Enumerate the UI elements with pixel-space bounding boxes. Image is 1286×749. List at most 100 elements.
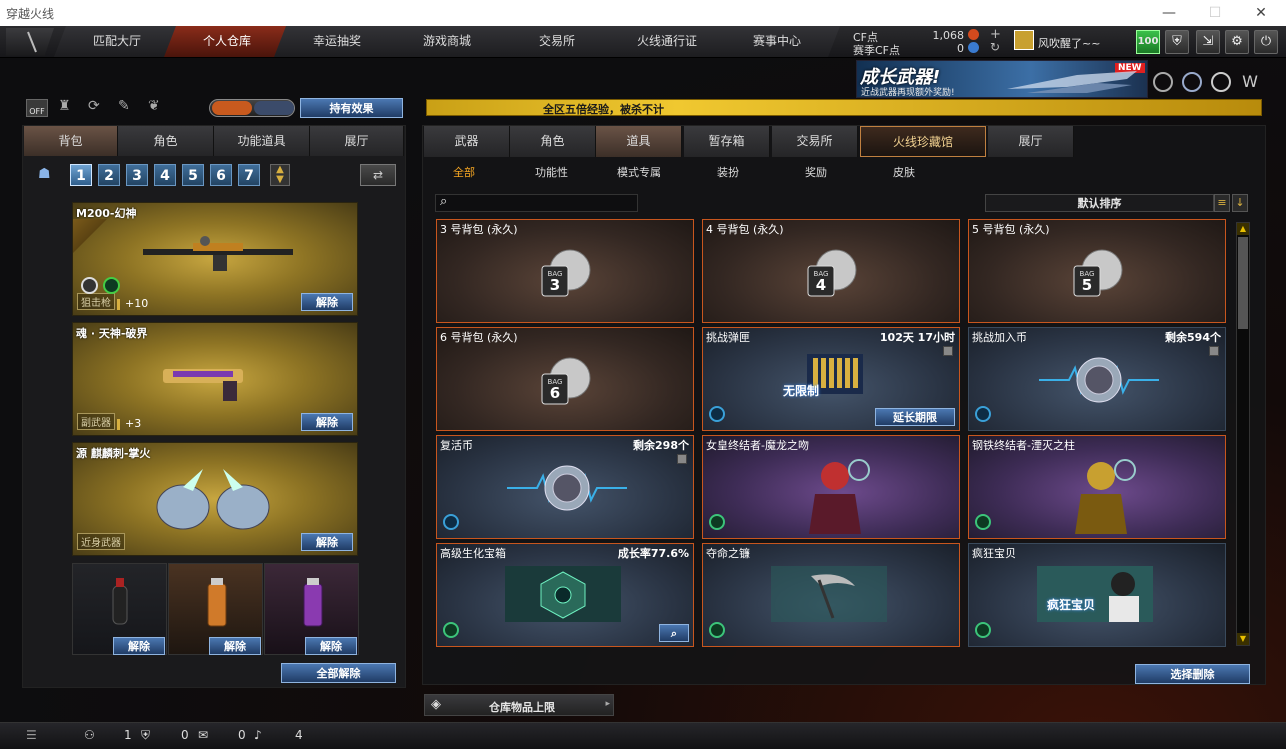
avatar[interactable] bbox=[1014, 30, 1034, 50]
sub-tab[interactable]: 奖励 bbox=[805, 164, 827, 180]
inventory-item[interactable]: 高级生化宝箱 成长率77.6% ⌕ bbox=[436, 543, 694, 647]
trash-icon[interactable] bbox=[943, 346, 953, 356]
spray-icon[interactable]: ✎ bbox=[118, 98, 136, 116]
item-scrollbar[interactable]: ▲ ▼ bbox=[1236, 222, 1250, 646]
effects-button[interactable]: 持有效果 bbox=[300, 98, 403, 118]
extend-button[interactable]: 延长期限 bbox=[875, 408, 955, 426]
right-tab[interactable]: 火线珍藏馆 bbox=[860, 126, 986, 157]
inventory-item[interactable]: 复活币 剩余298个 bbox=[436, 435, 694, 539]
left-tab[interactable]: 展厅 bbox=[310, 126, 404, 156]
maximize-icon[interactable]: ☐ bbox=[1192, 0, 1238, 26]
unequip-button[interactable]: 解除 bbox=[301, 413, 353, 431]
zoom-icon[interactable]: ⌕ bbox=[659, 624, 689, 642]
sort-dropdown[interactable]: 默认排序 bbox=[985, 194, 1214, 212]
nav-tab[interactable]: 交易所 bbox=[494, 26, 620, 57]
inventory-item[interactable]: 5 号背包 (永久) BAG 5 bbox=[968, 219, 1226, 323]
honor-icon[interactable] bbox=[1211, 72, 1231, 92]
right-tab[interactable]: 暂存箱 bbox=[684, 126, 770, 157]
inventory-item[interactable]: 夺命之镰 bbox=[702, 543, 960, 647]
minimize-icon[interactable]: — bbox=[1146, 0, 1192, 26]
inventory-item[interactable]: 3 号背包 (永久) BAG 3 bbox=[436, 219, 694, 323]
scroll-down-icon[interactable]: ▼ bbox=[1237, 633, 1249, 645]
list-view-icon[interactable]: ≡ bbox=[1214, 194, 1230, 212]
unequip-grenade-2[interactable]: 解除 bbox=[209, 637, 261, 655]
inventory-item[interactable]: 疯狂宝贝 疯狂宝贝 bbox=[968, 543, 1226, 647]
shield-icon[interactable]: ⛨ bbox=[1165, 30, 1189, 54]
search-input[interactable]: ⌕ bbox=[435, 194, 638, 212]
scroll-up-icon[interactable]: ▲ bbox=[1237, 223, 1249, 235]
unequip-grenade-3[interactable]: 解除 bbox=[305, 637, 357, 655]
scroll-thumb[interactable] bbox=[1238, 237, 1248, 329]
mode-toggle[interactable] bbox=[209, 99, 295, 117]
unequip-grenade-1[interactable]: 解除 bbox=[113, 637, 165, 655]
left-tab[interactable]: 角色 bbox=[118, 126, 214, 156]
inventory-item[interactable]: 4 号背包 (永久) BAG 4 bbox=[702, 219, 960, 323]
nav-tab[interactable]: 游戏商城 bbox=[384, 26, 510, 57]
chat-icon[interactable]: ✉ bbox=[198, 728, 208, 742]
friends-icon[interactable]: ⚇ bbox=[84, 728, 95, 742]
inventory-item[interactable]: 挑战加入币 剩余594个 bbox=[968, 327, 1226, 431]
bag-number-button[interactable]: 1 bbox=[70, 164, 92, 186]
right-tab[interactable]: 道具 bbox=[596, 126, 682, 157]
unequip-all-button[interactable]: 全部解除 bbox=[281, 663, 396, 683]
nav-tab[interactable]: 赛事中心 bbox=[714, 26, 840, 57]
speaker-icon[interactable]: ♪ bbox=[254, 728, 262, 742]
weapon-card[interactable]: 源 麒麟刺-掌火 近身武器 解除 bbox=[72, 442, 358, 556]
left-tab[interactable]: 背包 bbox=[24, 126, 118, 156]
sub-tab[interactable]: 装扮 bbox=[717, 164, 739, 180]
right-tab[interactable]: 交易所 bbox=[772, 126, 858, 157]
right-tab[interactable]: 展厅 bbox=[988, 126, 1074, 157]
sort-direction-icon[interactable]: ↓ bbox=[1232, 194, 1248, 212]
left-tab[interactable]: 功能道具 bbox=[214, 126, 310, 156]
bag-lock-icon[interactable]: ☗ bbox=[38, 166, 54, 182]
inventory-item[interactable]: 6 号背包 (永久) BAG 6 bbox=[436, 327, 694, 431]
pet-icon[interactable]: ❦ bbox=[148, 98, 166, 116]
trash-icon[interactable] bbox=[1209, 346, 1219, 356]
sub-tab[interactable]: 功能性 bbox=[535, 164, 568, 180]
bag-swap-icon[interactable]: ⇄ bbox=[360, 164, 396, 186]
badge-icon[interactable] bbox=[1182, 72, 1202, 92]
sub-tab[interactable]: 模式专属 bbox=[617, 164, 661, 180]
select-delete-button[interactable]: 选择删除 bbox=[1135, 664, 1250, 684]
weapon-card[interactable]: 魂 · 天神-破界 副武器 +3 解除 bbox=[72, 322, 358, 436]
inventory-item[interactable]: 挑战弹匣 102天 17小时 无限制 延长期限 bbox=[702, 327, 960, 431]
clan-count: 0 bbox=[181, 728, 189, 742]
sub-tab[interactable]: 皮肤 bbox=[893, 164, 915, 180]
menu-icon[interactable]: ☰ bbox=[26, 728, 37, 742]
vip-icon[interactable] bbox=[1153, 72, 1173, 92]
gear-icon[interactable]: ⚙ bbox=[1225, 30, 1249, 54]
storage-limit-label: 仓库物品上限 bbox=[489, 701, 555, 714]
trash-icon[interactable] bbox=[677, 454, 687, 464]
refresh-icon[interactable]: ↻ bbox=[990, 40, 1000, 54]
wings-icon[interactable]: W bbox=[1240, 72, 1260, 92]
exit-room-icon[interactable]: ⇲ bbox=[1196, 30, 1220, 54]
nav-tab[interactable]: 个人仓库 bbox=[164, 26, 290, 57]
bag-number-button[interactable]: 7 bbox=[238, 164, 260, 186]
clan-icon[interactable]: ⛨ bbox=[141, 728, 150, 743]
nav-tab[interactable]: 匹配大厅 bbox=[54, 26, 180, 57]
bag-number-button[interactable]: 3 bbox=[126, 164, 148, 186]
sub-tab[interactable]: 全部 bbox=[453, 164, 475, 180]
bag-number-button[interactable]: 5 bbox=[182, 164, 204, 186]
storage-limit-bar[interactable]: ◈ 仓库物品上限 ▸ bbox=[424, 694, 614, 716]
cycle-icon[interactable]: ⟳ bbox=[88, 98, 106, 116]
power-icon[interactable]: ⏻ bbox=[1254, 30, 1278, 54]
bag-scroll-arrows[interactable]: ▲ ▼ bbox=[270, 164, 290, 186]
bag-number-button[interactable]: 4 bbox=[154, 164, 176, 186]
toggle-off-icon[interactable]: OFF bbox=[26, 99, 48, 117]
inventory-item[interactable]: 女皇终结者-魔龙之吻 bbox=[702, 435, 960, 539]
nav-tab[interactable]: 幸运抽奖 bbox=[274, 26, 400, 57]
inventory-item[interactable]: 钢铁终结者-湮灭之柱 bbox=[968, 435, 1226, 539]
promo-banner[interactable]: 成长武器! 近战武器再现额外奖励! NEW bbox=[856, 60, 1148, 98]
bag-number-button[interactable]: 2 bbox=[98, 164, 120, 186]
team-icon[interactable]: ♜ bbox=[58, 98, 76, 116]
unequip-button[interactable]: 解除 bbox=[301, 293, 353, 311]
unequip-button[interactable]: 解除 bbox=[301, 533, 353, 551]
weapon-card[interactable]: M200-幻神 狙击枪 +10 解除 bbox=[72, 202, 358, 316]
close-icon[interactable]: ✕ bbox=[1238, 0, 1284, 26]
bag-number-button[interactable]: 6 bbox=[210, 164, 232, 186]
weapon-class: 近身武器 bbox=[77, 533, 125, 550]
right-tab[interactable]: 角色 bbox=[510, 126, 596, 157]
right-tab[interactable]: 武器 bbox=[424, 126, 510, 157]
nav-tab[interactable]: 火线通行证 bbox=[604, 26, 730, 57]
